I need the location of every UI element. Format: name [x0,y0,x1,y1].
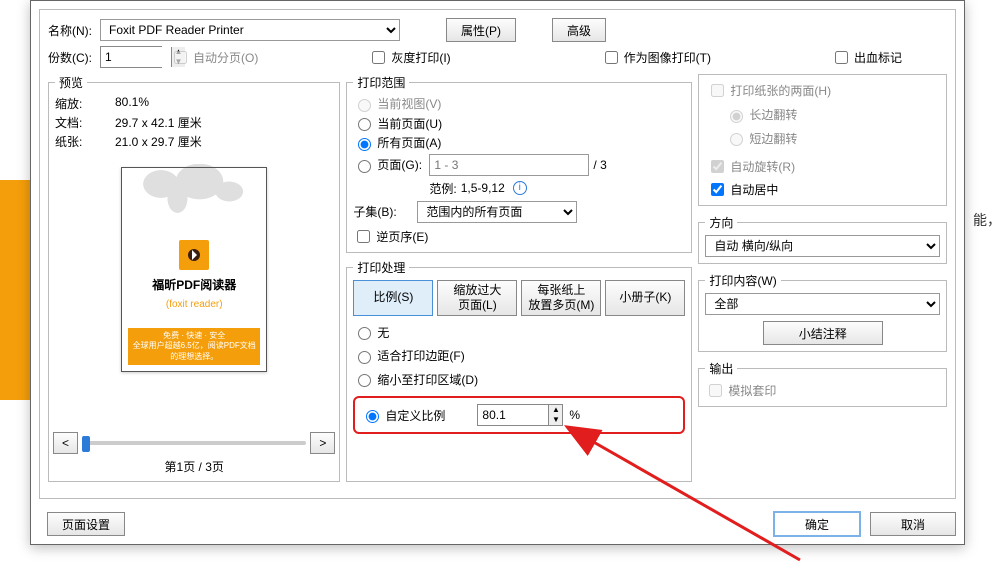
auto-rotate-checkbox[interactable]: 自动旋转(R) [707,157,795,176]
summarize-comments-button[interactable]: 小结注释 [763,321,883,345]
advanced-button[interactable]: 高级 [552,18,606,42]
subset-label: 子集(B): [353,203,413,220]
scale-custom-radio[interactable]: 自定义比例 [361,407,445,424]
preview-thumbnail: 福昕PDF阅读器 (foxit reader) 免费 · 快速 · 安全 全球用… [121,167,267,372]
subset-select[interactable]: 范围内的所有页面 [417,201,577,223]
paper-size-value: 21.0 x 29.7 厘米 [115,133,333,150]
thumb-title: 福昕PDF阅读器 [152,276,236,293]
orientation-panel: 方向 自动 横向/纵向 [698,214,947,264]
world-map-graphic [139,164,249,214]
background-text: 能， [973,210,1001,230]
zoom-value: 80.1% [115,95,333,112]
thumb-footer-line2: 全球用户超越6.5亿，阅读PDF文档的理想选择。 [130,341,258,362]
content-select[interactable]: 全部 [705,293,940,315]
simulate-overprint-checkbox[interactable]: 模拟套印 [705,381,776,400]
scale-up[interactable]: ▲ [548,405,562,415]
info-icon[interactable]: i [513,181,527,195]
handling-legend: 打印处理 [353,259,409,276]
print-range-legend: 打印范围 [353,74,409,91]
thumb-footer-line1: 免费 · 快速 · 安全 [130,331,258,341]
auto-center-checkbox[interactable]: 自动居中 [707,180,778,199]
printer-select[interactable]: Foxit PDF Reader Printer [100,19,400,41]
doc-size-label: 文档: [55,114,115,131]
print-content-panel: 打印内容(W) 全部 小结注释 [698,272,947,352]
reverse-order-checkbox[interactable]: 逆页序(E) [353,227,428,246]
range-example-label: 范例: [429,180,456,197]
scale-fit[interactable]: 适合打印边距(F) [353,347,464,364]
tab-poster[interactable]: 缩放过大 页面(L) [437,280,517,316]
thumb-subtitle: (foxit reader) [166,299,223,310]
preview-prev-button[interactable]: < [53,432,78,454]
output-legend: 输出 [705,360,737,377]
range-total: / 3 [593,158,606,172]
page-setup-button[interactable]: 页面设置 [47,512,125,536]
ok-button[interactable]: 确定 [774,512,860,536]
bleed-marks-checkbox[interactable]: 出血标记 [831,48,902,67]
preview-page-status: 第1页 / 3页 [165,458,224,475]
copies-input[interactable] [101,47,171,67]
zoom-label: 缩放: [55,95,115,112]
orientation-legend: 方向 [705,214,737,231]
tab-booklet[interactable]: 小册子(K) [605,280,685,316]
range-all-pages[interactable]: 所有页面(A) [353,134,441,151]
tab-multiple[interactable]: 每张纸上 放置多页(M) [521,280,601,316]
tab-scale[interactable]: 比例(S) [353,280,433,316]
scale-down[interactable]: ▼ [548,415,562,425]
doc-size-value: 29.7 x 42.1 厘米 [115,114,333,131]
grayscale-checkbox[interactable]: 灰度打印(I) [368,48,450,67]
duplex-panel: 打印纸张的两面(H) 长边翻转 短边翻转 自动旋转(R) 自动居中 [698,74,947,206]
properties-button[interactable]: 属性(P) [446,18,516,42]
custom-scale-unit: % [569,408,580,422]
preview-slider-thumb[interactable] [82,436,90,452]
print-as-image-checkbox[interactable]: 作为图像打印(T) [601,48,711,67]
range-current-page[interactable]: 当前页面(U) [353,115,442,132]
paper-size-label: 纸张: [55,133,115,150]
scale-shrink[interactable]: 缩小至打印区域(D) [353,371,478,388]
preview-legend: 预览 [55,74,87,91]
print-dialog: 名称(N): Foxit PDF Reader Printer 属性(P) 高级… [30,0,965,545]
range-example-value: 1,5-9,12 [461,181,505,195]
auto-collate-checkbox: 自动分页(O) [170,48,258,67]
cancel-button[interactable]: 取消 [870,512,956,536]
print-range-panel: 打印范围 当前视图(V) 当前页面(U) 所有页面(A) 页面(G): / 3 … [346,74,692,253]
custom-scale-highlight: 自定义比例 ▲ ▼ % [353,396,685,434]
copies-label: 份数(C): [48,49,92,66]
printer-name-label: 名称(N): [48,22,92,39]
scale-none[interactable]: 无 [353,324,389,341]
preview-slider[interactable] [82,441,306,445]
custom-scale-input[interactable] [478,405,548,425]
range-pages-radio[interactable]: 页面(G): [353,156,425,173]
orientation-select[interactable]: 自动 横向/纵向 [705,235,940,257]
short-edge-radio: 短边翻转 [725,130,797,147]
preview-panel: 预览 缩放: 80.1% 文档: 29.7 x 42.1 厘米 纸张: 21.0… [48,74,340,482]
output-panel: 输出 模拟套印 [698,360,947,407]
print-handling-panel: 打印处理 比例(S) 缩放过大 页面(L) 每张纸上 放置多页(M) 小册子(K… [346,259,692,483]
long-edge-radio: 长边翻转 [725,106,797,123]
range-current-view[interactable]: 当前视图(V) [353,95,441,112]
both-sides-checkbox[interactable]: 打印纸张的两面(H) [707,81,831,100]
foxit-logo-icon [179,240,209,270]
range-pages-input[interactable] [429,154,589,176]
preview-next-button[interactable]: > [310,432,335,454]
content-legend: 打印内容(W) [705,272,780,289]
